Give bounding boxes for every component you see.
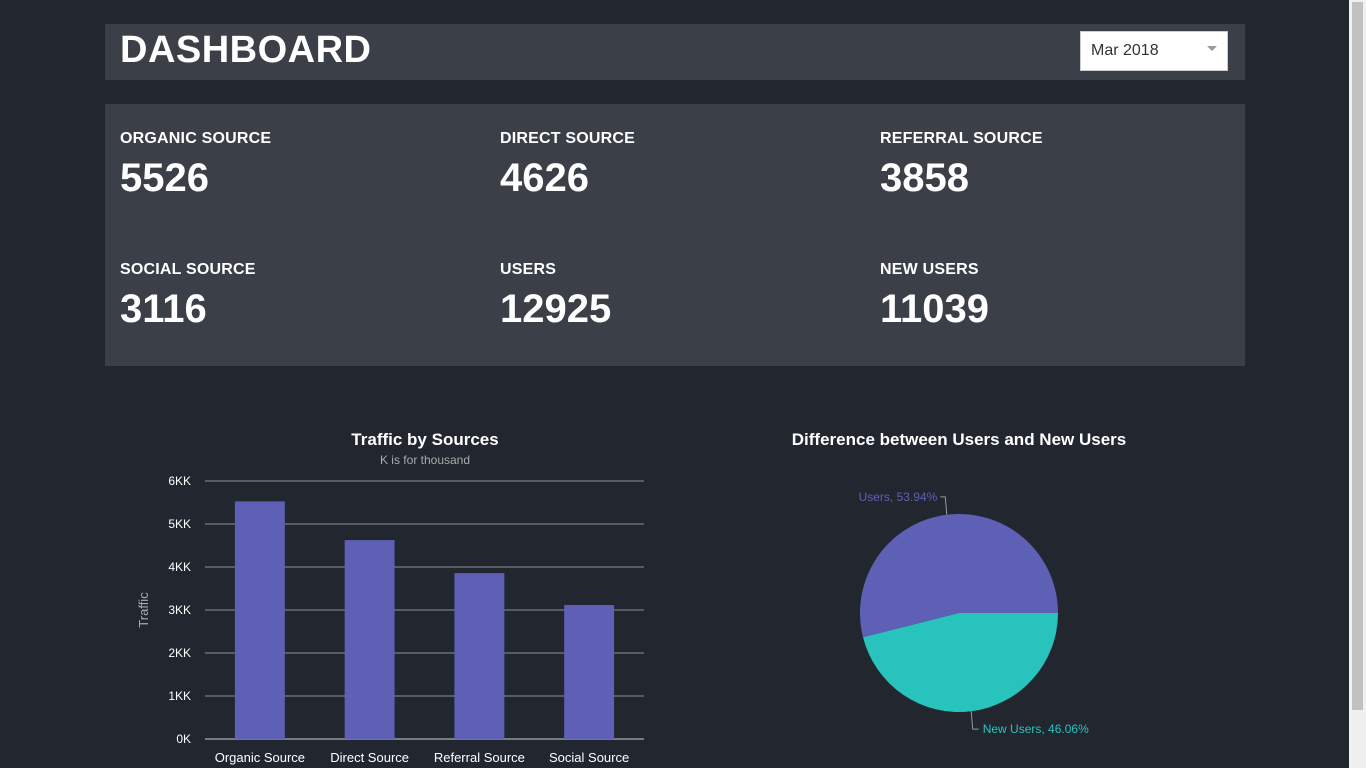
traffic-bar-chart: Traffic by Sources K is for thousand Tra…: [136, 430, 644, 765]
stat-label: NEW USERS: [880, 261, 979, 278]
stat-label: ORGANIC SOURCE: [120, 130, 272, 147]
pie-leader-line: [940, 496, 948, 515]
y-tick-label: 0K: [176, 732, 191, 746]
x-tick-label: Direct Source: [330, 750, 409, 765]
bar-chart-xlabels: Organic Source Direct Source Referral Sour…: [215, 750, 630, 765]
stat-label: DIRECT SOURCE: [500, 130, 636, 147]
pie-chart-slices: [860, 514, 1058, 712]
stat-value: 5526: [120, 156, 209, 200]
pie-slice-label: New Users, 46.06%: [983, 722, 1089, 736]
stat-value: 4626: [500, 156, 589, 200]
month-select-value: Mar 2018: [1091, 42, 1159, 59]
y-tick-label: 3KK: [168, 603, 191, 617]
bar-chart-title: Traffic by Sources: [351, 430, 498, 449]
bar-chart-subtitle: K is for thousand: [380, 453, 470, 467]
stat-value: 11039: [880, 287, 990, 331]
stat-label: USERS: [500, 261, 557, 278]
dashboard-header: DASHBOARD Mar 2018: [105, 24, 1245, 80]
bar[interactable]: [234, 501, 285, 739]
pie-chart-title: Difference between Users and New Users: [792, 430, 1126, 449]
stat-value: 3858: [880, 156, 969, 200]
stat-direct-source: DIRECT SOURCE 4626: [500, 130, 860, 202]
pie-leader-line: [970, 711, 979, 730]
scrollbar-thumb[interactable]: [1352, 2, 1363, 710]
stat-label: REFERRAL SOURCE: [880, 130, 1043, 147]
y-tick-label: 4KK: [168, 560, 191, 574]
stat-social-source: SOCIAL SOURCE 3116: [120, 261, 480, 333]
x-tick-label: Social Source: [549, 750, 629, 765]
stats-panel: ORGANIC SOURCE 5526 DIRECT SOURCE 4626 R…: [105, 104, 1245, 366]
x-tick-label: Organic Source: [215, 750, 305, 765]
stat-organic-source: ORGANIC SOURCE 5526: [120, 130, 480, 202]
stat-users: USERS 12925: [500, 261, 860, 333]
pie-slice-label: Users, 53.94%: [859, 490, 938, 504]
page-title: DASHBOARD: [120, 29, 372, 71]
bar[interactable]: [344, 540, 395, 739]
bar[interactable]: [564, 605, 615, 739]
bar-chart-ylabel: Traffic: [136, 592, 151, 628]
users-pie-chart: Difference between Users and New Users U…: [792, 430, 1126, 736]
y-tick-label: 1KK: [168, 689, 191, 703]
y-tick-label: 2KK: [168, 646, 191, 660]
page-scrollbar[interactable]: [1349, 0, 1366, 768]
x-tick-label: Referral Source: [434, 750, 525, 765]
month-select[interactable]: Mar 2018: [1080, 31, 1228, 71]
stat-new-users: NEW USERS 11039: [880, 261, 1240, 333]
stat-value: 3116: [120, 287, 207, 331]
chevron-down-icon: [1207, 46, 1217, 51]
stat-referral-source: REFERRAL SOURCE 3858: [880, 130, 1240, 202]
stat-value: 12925: [500, 287, 612, 331]
y-tick-label: 5KK: [168, 517, 191, 531]
stat-label: SOCIAL SOURCE: [120, 261, 256, 278]
bar[interactable]: [454, 573, 505, 739]
y-tick-label: 6KK: [168, 474, 191, 488]
bar-chart-bars: [234, 501, 615, 739]
